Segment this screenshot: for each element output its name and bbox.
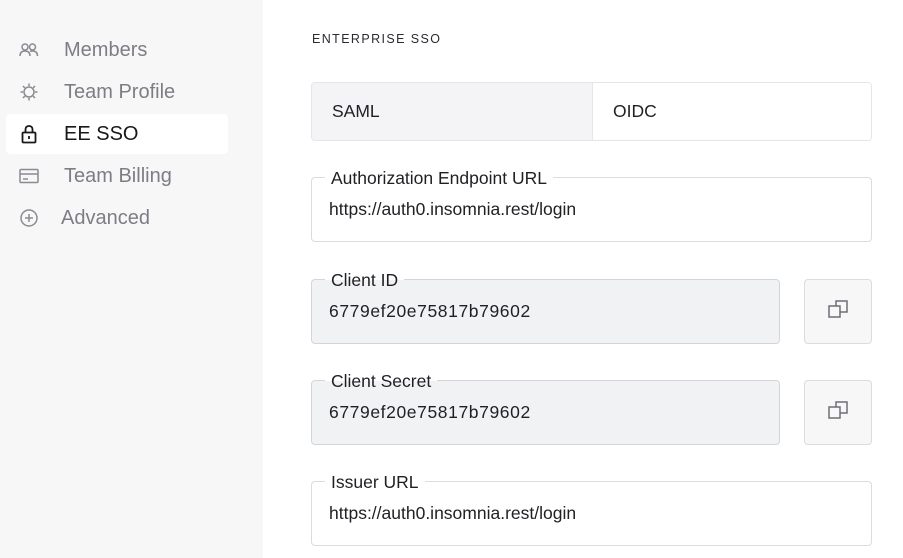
copy-icon <box>827 399 849 426</box>
client-id-label: Client ID <box>325 270 405 290</box>
copy-icon <box>827 298 849 325</box>
authorization-endpoint-field: Authorization Endpoint URL <box>311 168 872 242</box>
sidebar-item-label: Members <box>64 38 148 61</box>
sidebar-item-team-profile[interactable]: Team Profile <box>6 72 228 112</box>
sidebar-item-team-billing[interactable]: Team Billing <box>6 156 228 196</box>
client-id-input[interactable] <box>329 301 767 322</box>
sidebar: Members Team Profile EE SSO Team Billing… <box>0 0 263 558</box>
sidebar-item-label: Team Profile <box>64 80 176 103</box>
lock-icon <box>19 124 39 144</box>
section-title: ENTERPRISE SSO <box>312 32 442 46</box>
client-secret-field: Client Secret <box>311 371 780 445</box>
plus-circle-icon <box>19 208 39 228</box>
sidebar-item-ee-sso[interactable]: EE SSO <box>6 114 228 154</box>
client-secret-input[interactable] <box>329 402 767 423</box>
copy-client-secret-button[interactable] <box>804 380 872 445</box>
authorization-endpoint-label: Authorization Endpoint URL <box>325 168 553 188</box>
sidebar-item-members[interactable]: Members <box>6 30 228 70</box>
client-id-field: Client ID <box>311 270 780 344</box>
credit-card-icon <box>19 166 39 186</box>
issuer-url-input[interactable] <box>329 503 859 524</box>
sidebar-item-advanced[interactable]: Advanced <box>6 198 228 238</box>
sidebar-item-label: Advanced <box>61 206 150 229</box>
sidebar-item-label: Team Billing <box>64 164 172 187</box>
issuer-url-label: Issuer URL <box>325 472 425 492</box>
tab-oidc[interactable]: OIDC <box>593 83 871 140</box>
protocol-tabs: SAML OIDC <box>311 82 872 141</box>
sidebar-item-label: EE SSO <box>64 122 139 145</box>
members-icon <box>19 40 39 60</box>
gear-icon <box>19 82 39 102</box>
tab-saml[interactable]: SAML <box>312 83 593 140</box>
client-secret-label: Client Secret <box>325 371 438 391</box>
issuer-url-field: Issuer URL <box>311 472 872 546</box>
settings-page: Members Team Profile EE SSO Team Billing… <box>0 0 903 558</box>
copy-client-id-button[interactable] <box>804 279 872 344</box>
authorization-endpoint-input[interactable] <box>329 199 859 220</box>
